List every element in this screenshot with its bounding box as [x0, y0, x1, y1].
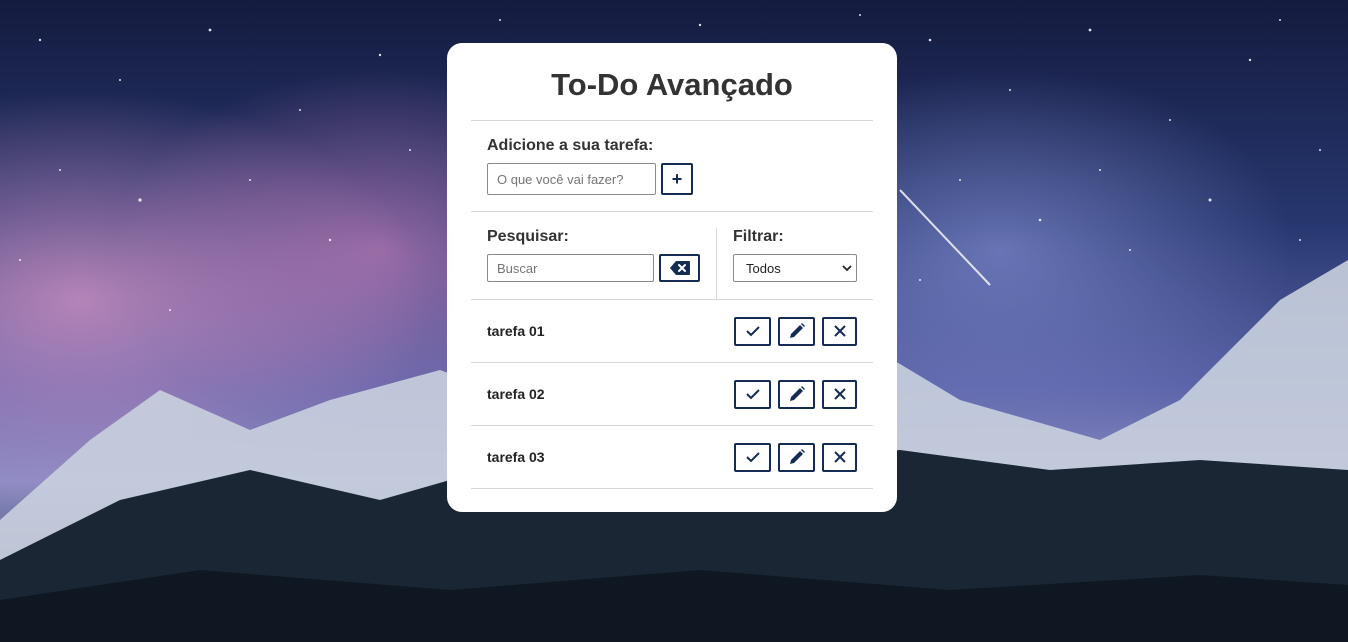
todo-title: tarefa 03 [487, 449, 545, 465]
edit-todo-button[interactable] [778, 379, 815, 409]
filter-select[interactable]: Todos [733, 254, 857, 282]
search-label: Pesquisar: [487, 228, 569, 245]
search-section: Pesquisar: [487, 228, 717, 299]
filter-selected-value: Todos [746, 260, 781, 276]
add-todo-label: Adicione a sua tarefa: [487, 137, 654, 154]
close-icon [833, 451, 846, 463]
search-input[interactable] [487, 254, 654, 282]
edit-todo-button[interactable] [778, 442, 815, 472]
todo-card: To-Do Avançado Adicione a sua tarefa: + … [447, 43, 897, 512]
todo-title: tarefa 02 [487, 386, 545, 402]
pencil-icon [789, 323, 805, 338]
pencil-icon [789, 386, 805, 401]
app-title: To-Do Avançado [471, 43, 873, 121]
check-icon [745, 389, 760, 400]
shooting-star [899, 189, 991, 286]
remove-todo-button[interactable] [822, 442, 857, 472]
pencil-icon [789, 449, 805, 464]
erase-search-button[interactable] [659, 254, 700, 282]
close-icon [833, 388, 846, 400]
toolbar: Pesquisar: Filtrar: Todos [471, 212, 873, 300]
todo-title: tarefa 01 [487, 323, 545, 339]
finish-todo-button[interactable] [734, 442, 771, 472]
todo-input[interactable] [487, 163, 656, 195]
todo-list: tarefa 01 tarefa 02 tarefa 03 [471, 300, 873, 489]
todo-item: tarefa 01 [471, 300, 873, 363]
filter-label: Filtrar: [733, 228, 784, 245]
add-todo-button[interactable]: + [661, 163, 693, 195]
todo-item: tarefa 02 [471, 363, 873, 426]
todo-actions [734, 442, 857, 472]
check-icon [745, 326, 760, 337]
todo-actions [734, 316, 857, 346]
todo-actions [734, 379, 857, 409]
chevron-down-icon [842, 265, 852, 272]
filter-section: Filtrar: Todos [717, 228, 857, 299]
search-row [487, 254, 716, 282]
finish-todo-button[interactable] [734, 316, 771, 346]
edit-todo-button[interactable] [778, 316, 815, 346]
add-todo-form: Adicione a sua tarefa: + [471, 121, 873, 212]
todo-item: tarefa 03 [471, 426, 873, 489]
add-todo-row: + [487, 163, 857, 195]
backspace-icon [669, 261, 690, 275]
remove-todo-button[interactable] [822, 316, 857, 346]
check-icon [745, 452, 760, 463]
close-icon [833, 325, 846, 337]
remove-todo-button[interactable] [822, 379, 857, 409]
finish-todo-button[interactable] [734, 379, 771, 409]
forest-foreground [0, 570, 1348, 642]
